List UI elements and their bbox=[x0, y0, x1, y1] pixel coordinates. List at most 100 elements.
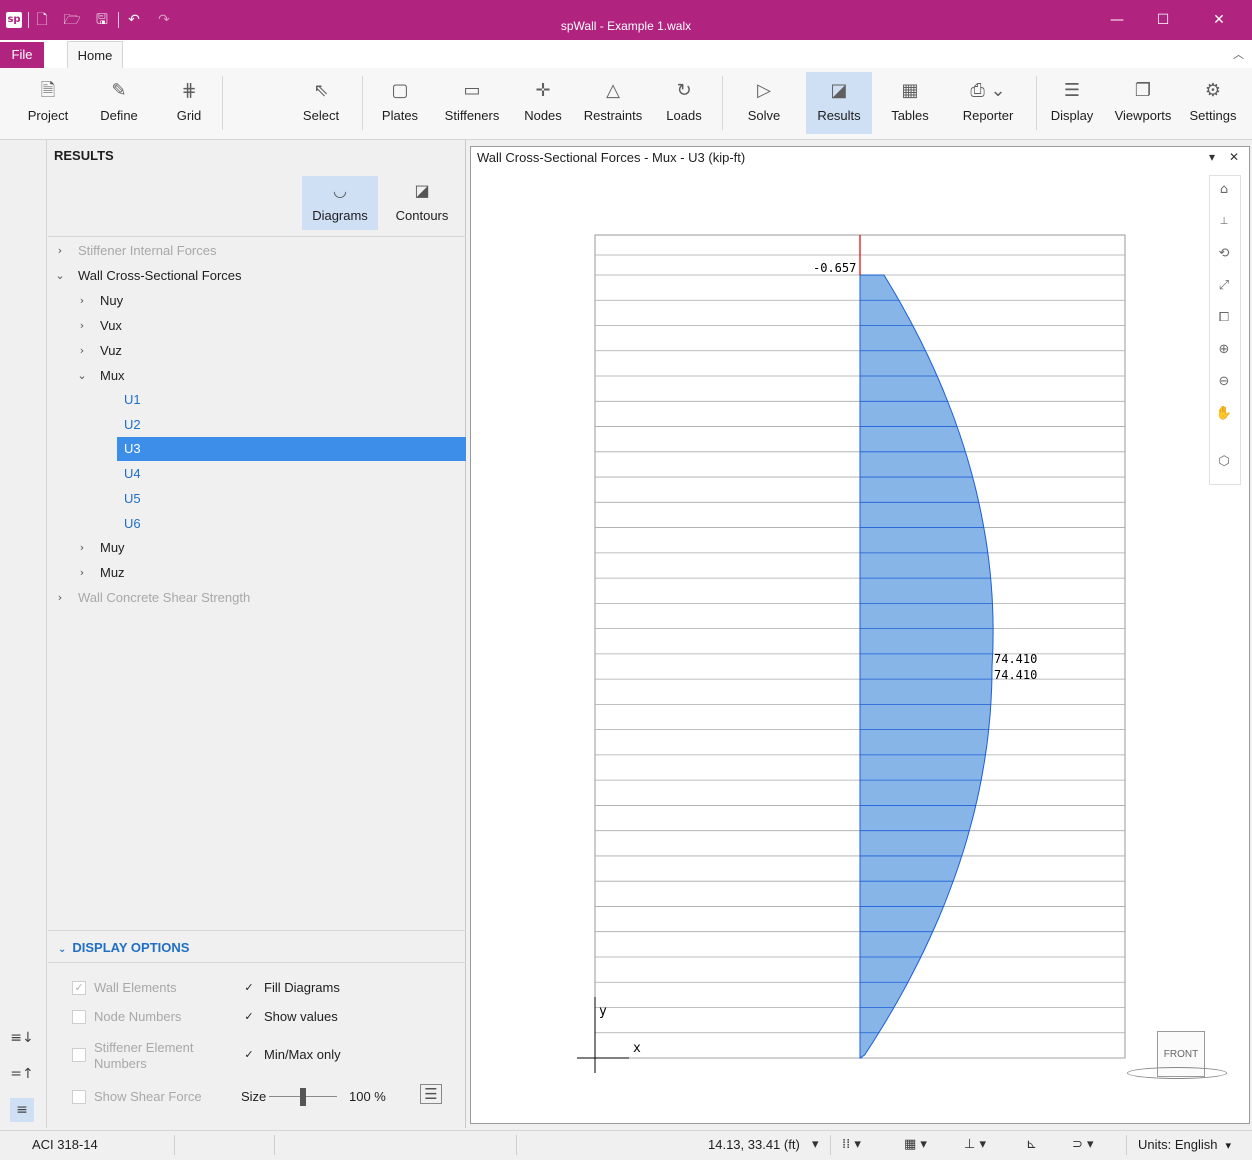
open-folder-icon[interactable]: 🗁 bbox=[62, 9, 82, 31]
grid-icon: ⋕ bbox=[181, 80, 197, 101]
project-icon: 🗎 bbox=[40, 80, 56, 101]
rotate-icon[interactable]: ⟲ bbox=[1211, 241, 1237, 267]
checkbox-box: ✓ bbox=[72, 981, 86, 995]
grid-dots-icon[interactable]: ⁞⁞ ▾ bbox=[842, 1131, 861, 1159]
define-button[interactable]: ✎ Define bbox=[92, 72, 146, 134]
display-options-header[interactable]: ⌄ DISPLAY OPTIONS bbox=[58, 940, 189, 955]
save-icon[interactable]: 🖫 bbox=[92, 9, 112, 31]
axes-view-icon[interactable]: ⊥ bbox=[1211, 209, 1237, 235]
contours-button[interactable]: ◪ Contours bbox=[384, 176, 460, 230]
zoom-in-icon[interactable]: ⊕ bbox=[1211, 337, 1237, 363]
collapse-all-icon[interactable]: =↑ bbox=[10, 1062, 34, 1086]
minimize-icon[interactable]: — bbox=[1094, 0, 1140, 40]
tree-item-u3[interactable]: U3 bbox=[117, 437, 466, 461]
tree-item-wall-cross-sectional-forces[interactable]: ⌄ Wall Cross-Sectional Forces bbox=[48, 264, 466, 288]
app-logo-icon: sp bbox=[6, 12, 22, 28]
panel-title: RESULTS bbox=[54, 148, 114, 163]
maximize-icon[interactable]: ☐ bbox=[1140, 0, 1186, 40]
magnet-icon[interactable]: ⊃ ▾ bbox=[1072, 1131, 1094, 1159]
results-button[interactable]: ◪ Results bbox=[806, 72, 872, 134]
viewports-button[interactable]: ❐ Viewports bbox=[1110, 72, 1176, 134]
gear-icon: ⚙ bbox=[1204, 80, 1222, 101]
divider bbox=[222, 76, 223, 130]
chevron-right-icon: › bbox=[79, 541, 85, 554]
stiffener-icon: ▭ bbox=[463, 80, 481, 101]
tab-home[interactable]: Home bbox=[67, 41, 123, 68]
tree-item-u5[interactable]: U5 bbox=[48, 487, 466, 511]
undo-icon[interactable]: ↶ bbox=[124, 9, 144, 31]
x-axis-label: x bbox=[633, 1041, 641, 1056]
restraint-icon: △ bbox=[606, 80, 620, 101]
ortho-icon[interactable]: ⊾ bbox=[1026, 1131, 1037, 1159]
tree-item-wall-concrete-shear-strength[interactable]: › Wall Concrete Shear Strength bbox=[48, 586, 466, 610]
coordinates-dropdown-icon[interactable]: ▾ bbox=[812, 1131, 819, 1159]
define-icon: ✎ bbox=[111, 80, 127, 101]
zoom-out-icon[interactable]: ⊖ bbox=[1211, 369, 1237, 395]
title-bar: sp 🗋 🗁 🖫 ↶ ↷ spWall - Example 1.walx — ☐… bbox=[0, 0, 1252, 40]
viewport: Wall Cross-Sectional Forces - Mux - U3 (… bbox=[470, 146, 1250, 1124]
new-file-icon[interactable]: 🗋 bbox=[32, 9, 52, 31]
3d-view-icon[interactable]: ⬡ bbox=[1211, 449, 1237, 475]
check-icon: ✓ bbox=[244, 981, 254, 994]
tree-item-u2[interactable]: U2 bbox=[48, 413, 466, 437]
units-selector[interactable]: Units: English ▾ bbox=[1138, 1131, 1231, 1159]
collapse-ribbon-icon[interactable]: ︿ bbox=[1233, 46, 1244, 62]
tree-item-muz[interactable]: › Muz bbox=[48, 561, 466, 585]
select-button[interactable]: ⇖ Select bbox=[296, 72, 346, 134]
tree-item-muy[interactable]: › Muy bbox=[48, 536, 466, 560]
chevron-down-icon: ⌄ bbox=[55, 269, 65, 282]
size-label: Size bbox=[241, 1089, 267, 1104]
nodes-button[interactable]: ✛ Nodes bbox=[518, 72, 568, 134]
chevron-right-icon: › bbox=[79, 294, 85, 307]
diagrams-button[interactable]: ◡ Diagrams bbox=[302, 176, 378, 230]
divider bbox=[28, 12, 29, 28]
display-button[interactable]: ☰ Display bbox=[1046, 72, 1098, 134]
viewcube-front-label: FRONT bbox=[1163, 1049, 1199, 1060]
reporter-button[interactable]: ⎙ ⌄ Reporter bbox=[948, 72, 1028, 134]
close-icon[interactable]: ✕ bbox=[1196, 0, 1242, 40]
menu-icon[interactable]: ≡ bbox=[10, 1098, 34, 1122]
moment-fill bbox=[859, 274, 994, 1059]
project-button[interactable]: 🗎 Project bbox=[22, 72, 74, 134]
zoom-window-icon[interactable]: ⧠ bbox=[1211, 305, 1237, 331]
divider bbox=[274, 1135, 275, 1155]
tree-item-stiffener-internal-forces[interactable]: › Stiffener Internal Forces bbox=[48, 239, 466, 263]
grid-lines-icon[interactable]: ▦ ▾ bbox=[904, 1131, 927, 1159]
tree-item-u1[interactable]: U1 bbox=[48, 388, 466, 412]
max-value-label-1: 74.410 bbox=[994, 652, 1037, 666]
tree-item-mux[interactable]: ⌄ Mux bbox=[48, 364, 466, 388]
redo-icon[interactable]: ↷ bbox=[154, 9, 174, 31]
check-icon: ✓ bbox=[244, 1010, 254, 1023]
plates-button[interactable]: ▢ Plates bbox=[374, 72, 426, 134]
y-axis-label: y bbox=[599, 1004, 607, 1019]
tree-item-nuy[interactable]: › Nuy bbox=[48, 289, 466, 313]
display-settings-icon[interactable]: ☰ bbox=[420, 1084, 442, 1104]
stiffeners-button[interactable]: ▭ Stiffeners bbox=[440, 72, 504, 134]
pan-hand-icon[interactable]: ✋ bbox=[1211, 401, 1237, 427]
grid-button[interactable]: ⋕ Grid bbox=[164, 72, 214, 134]
home-view-icon[interactable]: ⌂ bbox=[1211, 177, 1237, 203]
settings-button[interactable]: ⚙ Settings bbox=[1184, 72, 1242, 134]
solve-button[interactable]: ▷ Solve bbox=[740, 72, 788, 134]
expand-all-icon[interactable]: ≡↓ bbox=[10, 1026, 34, 1050]
top-value-label: -0.657 bbox=[813, 261, 856, 275]
tree-item-u4[interactable]: U4 bbox=[48, 462, 466, 486]
divider bbox=[1126, 1135, 1127, 1155]
divider bbox=[118, 12, 119, 28]
loads-button[interactable]: ↻ Loads bbox=[660, 72, 708, 134]
size-slider-thumb[interactable] bbox=[300, 1088, 306, 1106]
max-value-label-2: 74.410 bbox=[994, 668, 1037, 682]
chevron-down-icon: ⌄ bbox=[77, 369, 87, 382]
tree-item-vux[interactable]: › Vux bbox=[48, 314, 466, 338]
snap-icon[interactable]: ⊥ ▾ bbox=[964, 1131, 986, 1159]
tables-button[interactable]: ▦ Tables bbox=[886, 72, 934, 134]
tab-file[interactable]: File bbox=[0, 42, 44, 68]
restraints-button[interactable]: △ Restraints bbox=[580, 72, 646, 134]
divider bbox=[48, 930, 466, 931]
tree-item-u6[interactable]: U6 bbox=[48, 512, 466, 536]
tree-item-vuz[interactable]: › Vuz bbox=[48, 339, 466, 363]
size-value: 100 % bbox=[349, 1089, 386, 1104]
zoom-extents-icon[interactable]: ⤢ bbox=[1211, 273, 1237, 299]
diagram-icon: ◡ bbox=[333, 181, 347, 200]
viewport-icon: ❐ bbox=[1134, 80, 1152, 101]
